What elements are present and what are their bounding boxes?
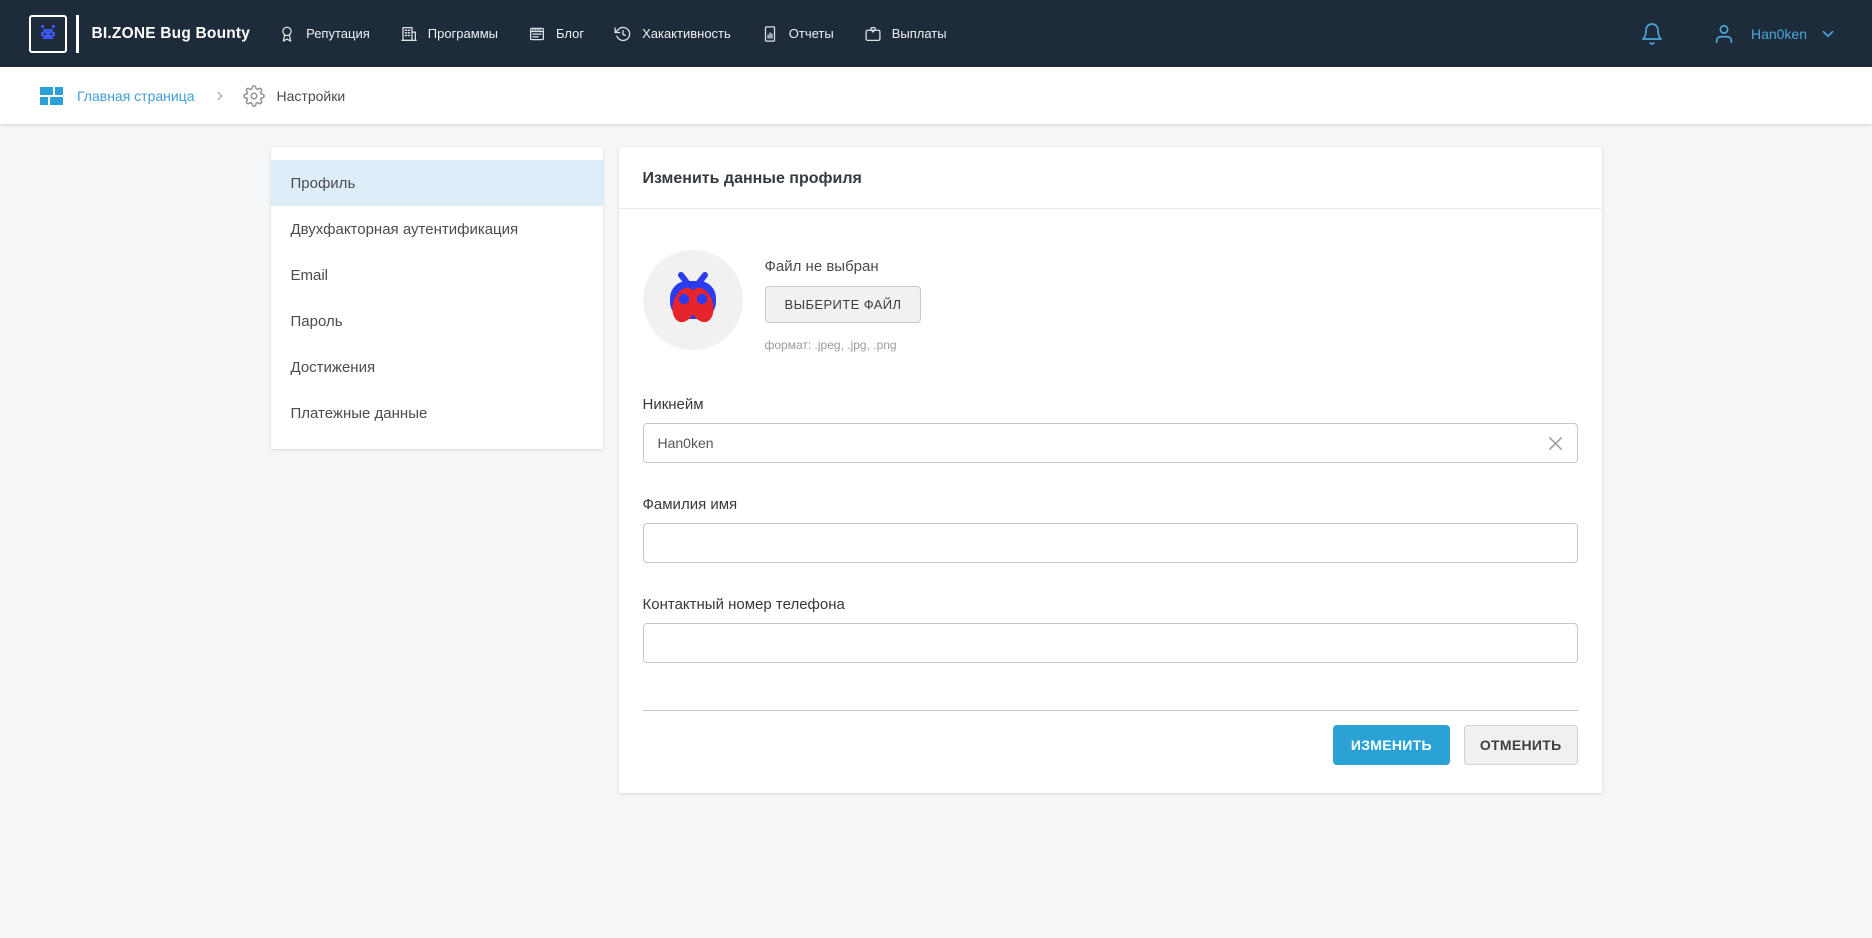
gear-icon — [243, 85, 265, 107]
footer-divider — [643, 710, 1578, 711]
nav-item-label: Программы — [428, 26, 498, 41]
dashboard-grid-icon — [39, 84, 64, 108]
sidebar-item-email[interactable]: Email — [271, 252, 603, 298]
nav-item-reputation[interactable]: Репутация — [278, 25, 370, 43]
brand-title: BI.ZONE Bug Bounty — [92, 25, 251, 43]
settings-sidebar: Профиль Двухфакторная аутентификация Ema… — [271, 147, 603, 449]
nav-item-label: Репутация — [306, 26, 370, 41]
page-content: Профиль Двухфакторная аутентификация Ema… — [0, 124, 1872, 793]
logo-frame — [29, 15, 67, 53]
breadcrumb: Главная страница Настройки — [0, 67, 1872, 124]
nav-item-blog[interactable]: Блог — [528, 25, 584, 43]
breadcrumb-current: Настройки — [243, 85, 346, 107]
sidebar-item-label: Профиль — [291, 175, 356, 192]
sidebar-item-password[interactable]: Пароль — [271, 298, 603, 344]
nickname-input[interactable] — [643, 423, 1578, 463]
fullname-input-wrap — [643, 523, 1578, 563]
nav-item-payouts[interactable]: Выплаты — [864, 25, 947, 43]
award-icon — [278, 25, 296, 43]
sidebar-item-label: Платежные данные — [291, 405, 428, 422]
close-icon — [1545, 433, 1566, 454]
settings-layout: Профиль Двухфакторная аутентификация Ema… — [271, 147, 1602, 793]
nav-item-programs[interactable]: Программы — [400, 25, 498, 43]
sidebar-item-label: Пароль — [291, 313, 343, 330]
bug-logo-icon — [38, 25, 58, 43]
chevron-down-icon — [1819, 25, 1837, 43]
sidebar-item-label: Email — [291, 267, 329, 284]
nickname-input-wrap — [643, 423, 1578, 463]
nav-item-reports[interactable]: Отчеты — [761, 25, 834, 43]
file-upload-controls: Файл не выбран ВЫБЕРИТЕ ФАЙЛ формат: .jp… — [765, 250, 922, 352]
field-group-phone: Контактный номер телефона — [643, 596, 1578, 663]
submit-button[interactable]: ИЗМЕНИТЬ — [1333, 725, 1450, 765]
card-title: Изменить данные профиля — [619, 147, 1602, 209]
chevron-right-icon — [213, 89, 227, 103]
username: Han0ken — [1751, 26, 1807, 42]
sidebar-item-payment-data[interactable]: Платежные данные — [271, 390, 603, 436]
fullname-input[interactable] — [643, 523, 1578, 563]
history-icon — [614, 25, 632, 43]
report-icon — [761, 25, 779, 43]
cancel-button[interactable]: ОТМЕНИТЬ — [1464, 725, 1578, 765]
clear-nickname-button[interactable] — [1544, 431, 1568, 455]
sidebar-item-label: Достижения — [291, 359, 376, 376]
ladybug-avatar-icon — [661, 268, 725, 332]
nav-item-label: Хакактивность — [642, 26, 731, 41]
main-nav: Репутация Программы Блог Хакактивность — [278, 25, 947, 43]
phone-input-wrap — [643, 623, 1578, 663]
nav-item-label: Выплаты — [892, 26, 947, 41]
building-icon — [400, 25, 418, 43]
sidebar-item-two-factor[interactable]: Двухфакторная аутентификация — [271, 206, 603, 252]
sidebar-item-label: Двухфакторная аутентификация — [291, 221, 519, 238]
field-group-fullname: Фамилия имя — [643, 496, 1578, 563]
logo-divider — [76, 15, 79, 53]
profile-edit-card: Изменить данные профиля — [619, 147, 1602, 793]
topbar: BI.ZONE Bug Bounty Репутация Программы Б… — [0, 0, 1872, 67]
bell-icon — [1640, 22, 1664, 46]
nav-item-label: Отчеты — [789, 26, 834, 41]
file-format-hint: формат: .jpeg, .jpg, .png — [765, 338, 922, 352]
breadcrumb-current-label: Настройки — [277, 88, 346, 104]
avatar-upload-row: Файл не выбран ВЫБЕРИТЕ ФАЙЛ формат: .jp… — [643, 250, 1578, 352]
field-group-nickname: Никнейм — [643, 396, 1578, 463]
briefcase-icon — [864, 25, 882, 43]
brand-logo[interactable]: BI.ZONE Bug Bounty — [29, 15, 250, 53]
breadcrumb-separator — [213, 89, 227, 103]
user-menu[interactable]: Han0ken — [1713, 23, 1837, 45]
phone-input[interactable] — [643, 623, 1578, 663]
sidebar-item-achievements[interactable]: Достижения — [271, 344, 603, 390]
user-icon — [1713, 23, 1735, 45]
nav-item-label: Блог — [556, 26, 584, 41]
fullname-label: Фамилия имя — [643, 496, 1578, 513]
breadcrumb-home-label: Главная страница — [77, 88, 195, 104]
file-status-text: Файл не выбран — [765, 258, 922, 275]
choose-file-button[interactable]: ВЫБЕРИТЕ ФАЙЛ — [765, 286, 922, 323]
topbar-right: Han0ken — [1640, 22, 1837, 46]
avatar — [643, 250, 743, 350]
breadcrumb-home-link[interactable]: Главная страница — [39, 84, 195, 108]
nickname-label: Никнейм — [643, 396, 1578, 413]
footer-buttons: ИЗМЕНИТЬ ОТМЕНИТЬ — [643, 725, 1578, 765]
nav-item-hackactivity[interactable]: Хакактивность — [614, 25, 731, 43]
notifications-button[interactable] — [1640, 22, 1664, 46]
sidebar-item-profile[interactable]: Профиль — [271, 160, 603, 206]
card-body: Файл не выбран ВЫБЕРИТЕ ФАЙЛ формат: .jp… — [619, 209, 1602, 793]
blog-icon — [528, 25, 546, 43]
phone-label: Контактный номер телефона — [643, 596, 1578, 613]
